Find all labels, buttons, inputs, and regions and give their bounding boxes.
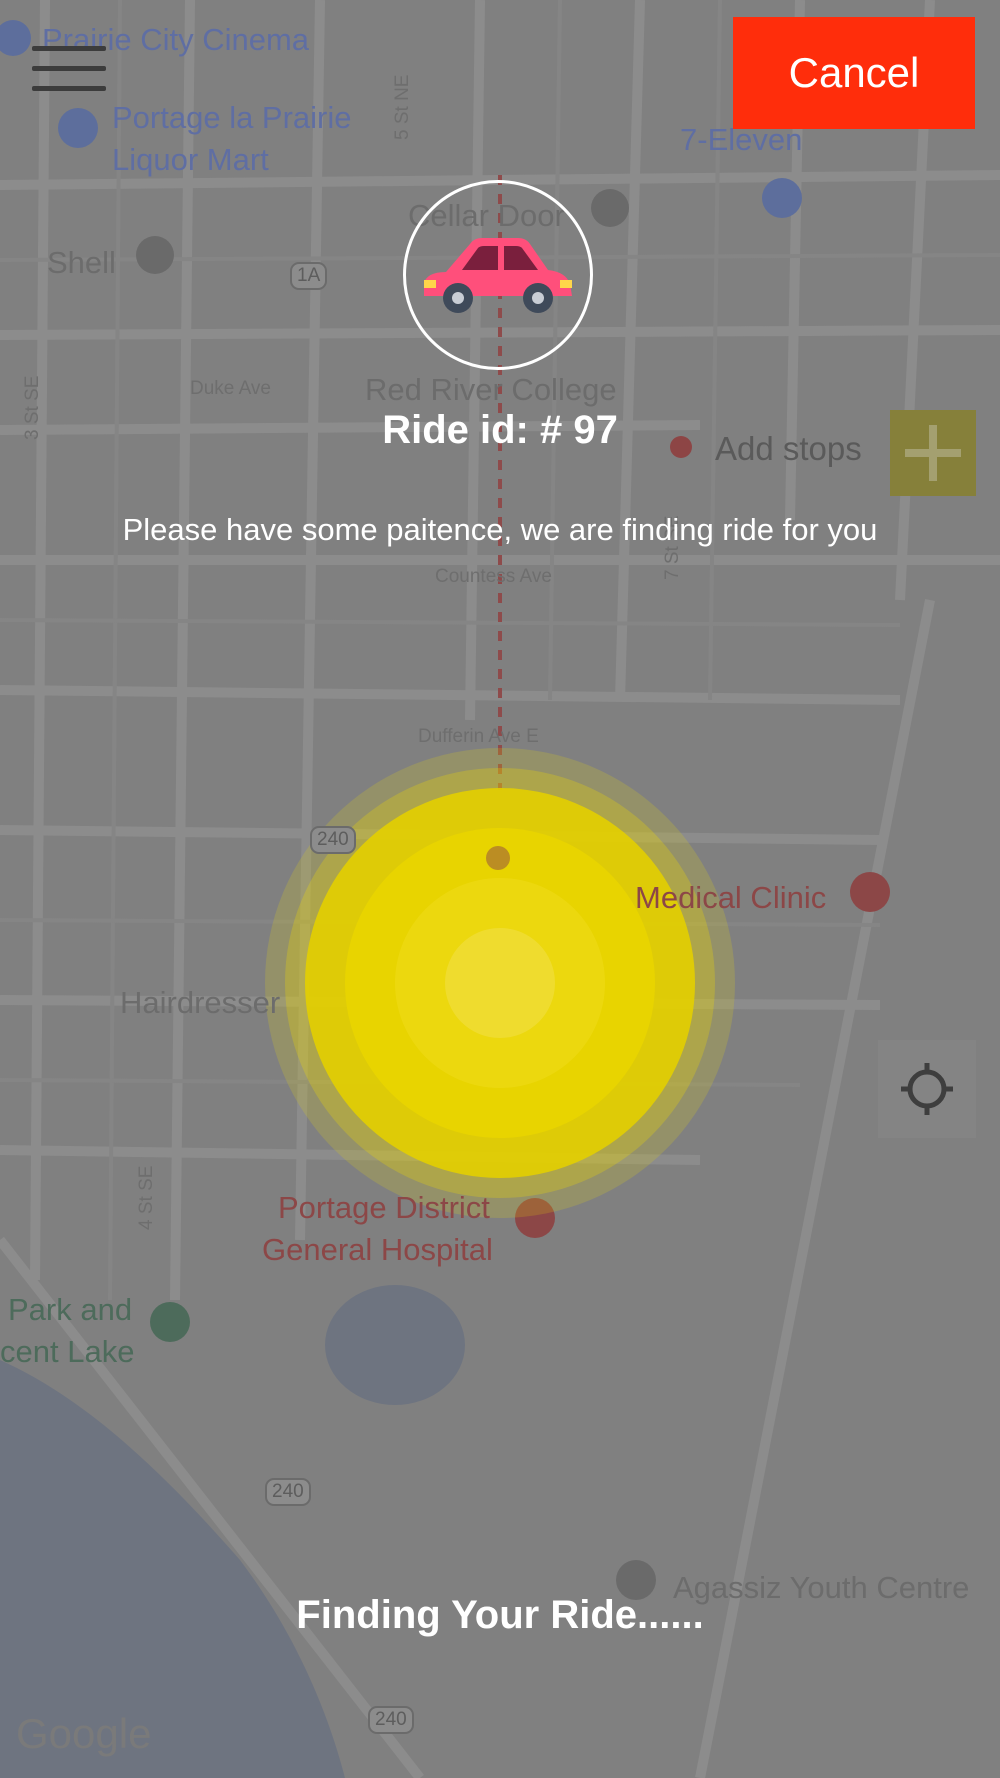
- pulse-indicator: [265, 748, 735, 1218]
- route-shield-240-b: 240: [265, 1478, 311, 1506]
- map-label-park-2: cent Lake: [0, 1334, 135, 1369]
- google-logo: Google: [16, 1710, 152, 1757]
- hamburger-icon-line: [32, 46, 106, 51]
- car-icon: [424, 238, 572, 313]
- map-label-medical-clinic: Medical Clinic: [635, 880, 827, 915]
- map-label-hospital: Portage District: [278, 1190, 490, 1225]
- add-stops-button[interactable]: Add stops: [660, 404, 976, 496]
- hamburger-icon-line: [32, 66, 106, 71]
- map-label-4-st-se: 4 St SE: [136, 1165, 157, 1230]
- map-label-liquor-mart-2: Liquor Mart: [112, 142, 269, 177]
- map-label-3-st-se: 3 St SE: [22, 375, 43, 440]
- plus-icon[interactable]: [890, 410, 976, 496]
- finding-status: Finding Your Ride......: [296, 1593, 704, 1637]
- map-label-liquor-mart: Portage la Prairie: [112, 100, 352, 135]
- cancel-button[interactable]: Cancel: [733, 17, 975, 129]
- add-stops-label: Add stops: [715, 430, 862, 467]
- ride-id: Ride id: # 97: [382, 408, 618, 452]
- crosshair-icon: [901, 1063, 953, 1115]
- car-avatar: [403, 180, 593, 370]
- route-shield-240-c: 240: [368, 1706, 414, 1734]
- map-label-countess-ave: Countess Ave: [435, 566, 552, 587]
- locate-me-button[interactable]: [878, 1040, 976, 1138]
- map-label-park: Park and: [8, 1292, 133, 1327]
- patience-message: Please have some paitence, we are findin…: [122, 512, 878, 547]
- stop-dot-icon: [670, 436, 692, 458]
- map-label-red-river-college: Red River College: [365, 372, 617, 407]
- map-label-hairdresser: Hairdresser: [120, 985, 281, 1020]
- route-shield-240: 240: [310, 826, 356, 854]
- map-label-hospital-2: General Hospital: [262, 1232, 493, 1267]
- map-label-duke-ave: Duke Ave: [190, 378, 271, 399]
- map-label-5-st-ne: 5 St NE: [392, 74, 413, 140]
- route-shield-1a: 1A: [290, 262, 328, 290]
- map-label-dufferin-ave: Dufferin Ave E: [418, 726, 539, 747]
- map-label-shell: Shell: [47, 245, 116, 280]
- menu-button[interactable]: [32, 38, 106, 91]
- hamburger-icon-line: [32, 86, 106, 91]
